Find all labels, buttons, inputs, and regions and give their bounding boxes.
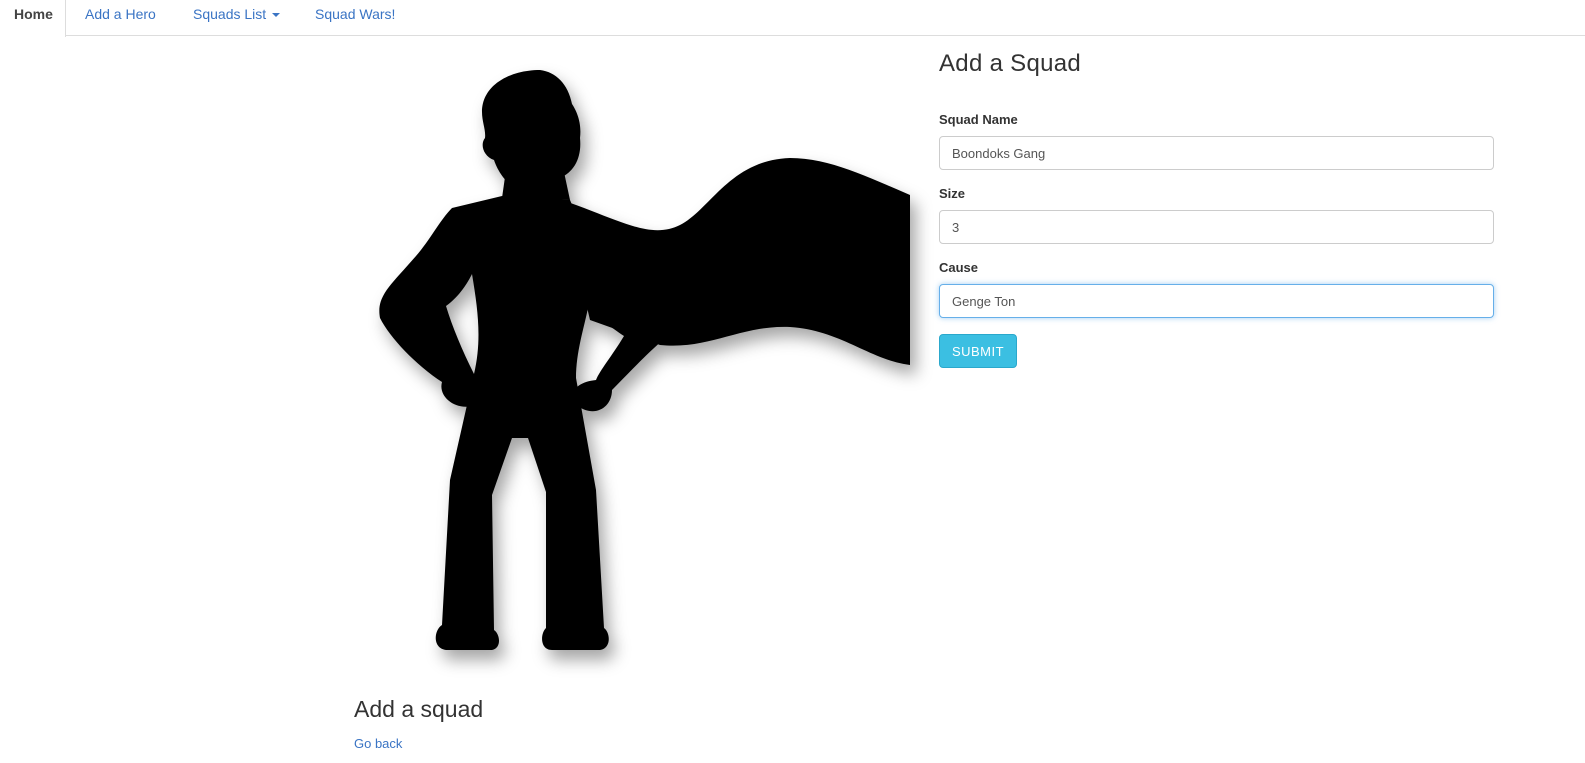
tab-squads-list-label: Squads List [193, 6, 267, 22]
squad-name-input[interactable] [939, 136, 1494, 170]
chevron-down-icon [272, 13, 281, 18]
size-input[interactable] [939, 210, 1494, 244]
cause-label: Cause [939, 260, 979, 275]
cause-input[interactable] [939, 284, 1494, 318]
tab-squad-wars[interactable]: Squad Wars! [315, 0, 395, 36]
tab-home-label: Home [14, 6, 53, 22]
superhero-silhouette-icon [350, 60, 910, 680]
submit-button[interactable]: SUBMIT [939, 334, 1017, 368]
page-title: Add a squad [354, 696, 484, 722]
tab-squad-wars-label: Squad Wars! [315, 6, 396, 22]
hero-cape [562, 158, 910, 365]
tab-squads-list[interactable]: Squads List [193, 0, 281, 36]
squad-name-label: Squad Name [939, 112, 1018, 127]
hero-neck [502, 170, 570, 200]
hero-head [482, 70, 581, 186]
size-label: Size [939, 186, 966, 201]
tab-add-hero[interactable]: Add a Hero [85, 0, 156, 36]
tab-add-hero-label: Add a Hero [85, 6, 156, 22]
tab-home[interactable]: Home [0, 0, 66, 37]
go-back-link[interactable]: Go back [354, 736, 402, 751]
main-navbar: Home Add a Hero Squads List Squad Wars! [0, 0, 1585, 37]
form-title: Add a Squad [939, 50, 1082, 77]
